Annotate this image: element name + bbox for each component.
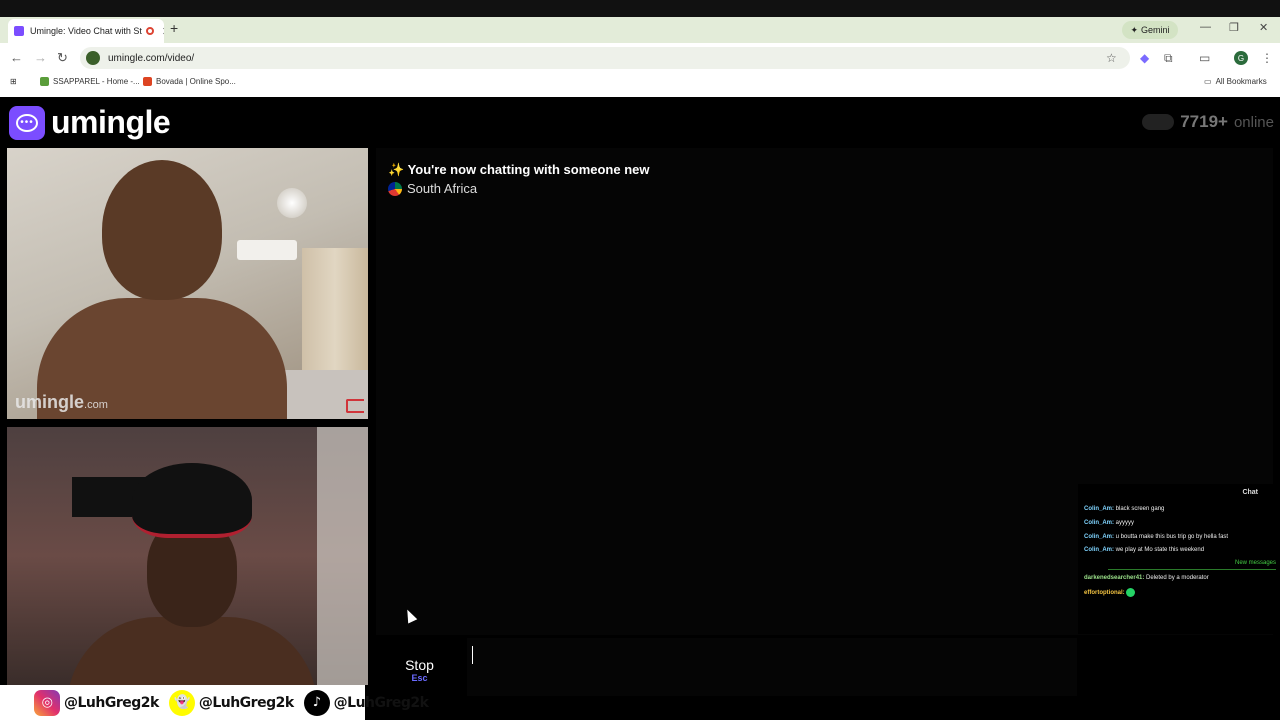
page-top-edge: [0, 91, 1280, 97]
tab-strip: Umingle: Video Chat with St ✕ + ✦ Gemini…: [0, 17, 1280, 43]
bookmark-label: Bovada | Online Spo...: [156, 77, 236, 86]
snapchat-handle: @LuhGreg2k: [198, 694, 294, 711]
site-info-icon[interactable]: [86, 51, 100, 65]
stream-chat-message: Colin_Am: u boutta make this bus trip go…: [1084, 534, 1229, 540]
sparkle-icon: ✨: [388, 162, 405, 177]
bookmark-star-icon[interactable]: ☆: [1106, 51, 1117, 65]
browser-toolbar: ← → ↻ umingle.com/video/ ☆ ◆ ⧉ ▭ G ⋮: [0, 43, 1280, 73]
menu-icon[interactable]: ⋮: [1261, 51, 1273, 65]
bookmark-ssapparel[interactable]: SSAPPAREL - Home -...: [40, 77, 140, 86]
all-bookmarks-button[interactable]: ▭ All Bookmarks: [1204, 77, 1267, 86]
self-cap: [132, 463, 252, 538]
url-text: umingle.com/video/: [108, 52, 195, 64]
all-bookmarks-label: All Bookmarks: [1215, 77, 1267, 86]
background-shelf: [317, 427, 368, 685]
folder-icon: ▭: [1204, 77, 1212, 86]
online-label: online: [1233, 113, 1274, 131]
air-conditioner: [237, 240, 297, 260]
system-message: ✨ You're now chatting with someone new: [388, 162, 650, 178]
social-handles-overlay: ◎ @LuhGreg2k 👻 @LuhGreg2k ♪ @LuhGreg2k: [0, 685, 429, 720]
bovada-icon: [143, 77, 152, 86]
tab-title: Umingle: Video Chat with St: [30, 26, 142, 36]
self-video: [7, 427, 368, 685]
bookmark-bovada[interactable]: Bovada | Online Spo...: [143, 77, 236, 86]
bookmarks-bar: ⊞ SSAPPAREL - Home -... Bovada | Online …: [0, 73, 1280, 91]
address-bar[interactable]: umingle.com/video/: [80, 47, 1130, 69]
window-close-icon[interactable]: ✕: [1259, 21, 1268, 34]
restore-icon[interactable]: ❐: [1229, 21, 1239, 34]
browser-tab[interactable]: Umingle: Video Chat with St ✕: [8, 19, 164, 43]
country-name: South Africa: [407, 181, 478, 196]
back-icon[interactable]: ←: [10, 50, 23, 65]
video-watermark: umingle.com: [15, 392, 108, 412]
logo-text: umingle: [51, 104, 171, 140]
close-tab-icon[interactable]: ✕: [162, 25, 164, 38]
tiktok-handle: @LuhGreg2k: [333, 694, 429, 711]
new-messages-divider: New messages: [1108, 560, 1276, 570]
umingle-logo[interactable]: ••• umingle: [9, 104, 171, 141]
instagram-handle: @LuhGreg2k: [64, 694, 159, 711]
stranger-head: [102, 160, 222, 300]
umingle-favicon-icon: [14, 26, 24, 36]
stream-chat-message: darkenedsearcher41: Deleted by a moderat…: [1084, 575, 1209, 581]
gemini-sparkle-icon: ✦: [1130, 24, 1139, 35]
stream-chat-overlay: Chat Colin_Am: black screen gang Colin_A…: [1078, 484, 1280, 634]
snapchat-icon: 👻: [168, 689, 195, 716]
apps-grid-icon[interactable]: ⊞: [10, 77, 17, 86]
profile-avatar[interactable]: G: [1234, 51, 1248, 65]
social-instagram: ◎ @LuhGreg2k: [34, 689, 159, 716]
gemini-button[interactable]: ✦ Gemini: [1122, 21, 1178, 39]
text-caret: [472, 646, 473, 664]
puzzle-icon[interactable]: ⧉: [1164, 51, 1173, 66]
instagram-icon: ◎: [34, 689, 60, 716]
forward-icon[interactable]: →: [34, 50, 47, 65]
social-snapchat: 👻 @LuhGreg2k: [168, 689, 294, 716]
online-toggle[interactable]: [1142, 114, 1175, 130]
lamp-light: [277, 188, 307, 218]
gemini-label: Gemini: [1141, 25, 1170, 35]
online-count: 7719+: [1180, 112, 1228, 131]
system-message-text: You're now chatting with someone new: [407, 162, 650, 177]
chat-bubble-logo-icon: •••: [9, 105, 45, 140]
online-counter: 7719+ online: [1142, 112, 1274, 132]
whatsapp-icon: [1126, 588, 1136, 597]
reload-icon[interactable]: ↻: [57, 50, 68, 66]
tiktok-icon: ♪: [303, 689, 330, 716]
stop-shortcut: Esc: [411, 672, 428, 683]
bookmark-label: SSAPPAREL - Home -...: [53, 77, 140, 86]
south-africa-flag-icon: [388, 181, 402, 196]
stranger-video: umingle.com: [7, 148, 368, 419]
extension-icon[interactable]: ◆: [1140, 51, 1149, 65]
stream-chat-message: effortoptional:: [1084, 588, 1136, 597]
report-flag-icon[interactable]: [346, 399, 364, 413]
recording-icon: [145, 27, 154, 35]
stranger-country: South Africa: [388, 181, 477, 196]
side-panel-icon[interactable]: ▭: [1199, 51, 1210, 65]
os-top-bar: [0, 0, 1280, 17]
stop-label: Stop: [405, 656, 434, 673]
new-messages-label: New messages: [1234, 560, 1276, 566]
minimize-icon[interactable]: —: [1200, 21, 1211, 33]
self-body: [67, 617, 317, 685]
stream-chat-header: Chat: [1242, 489, 1258, 496]
stream-chat-message: Colin_Am: ayyyyy: [1084, 520, 1135, 526]
stop-button[interactable]: Stop Esc: [376, 643, 463, 696]
stream-chat-message: Colin_Am: black screen gang: [1084, 506, 1165, 512]
message-input[interactable]: [467, 638, 1077, 696]
shopify-icon: [40, 77, 49, 86]
new-tab-button[interactable]: +: [170, 20, 178, 36]
stream-chat-message: Colin_Am: we play at Mo state this weeke…: [1084, 547, 1205, 553]
